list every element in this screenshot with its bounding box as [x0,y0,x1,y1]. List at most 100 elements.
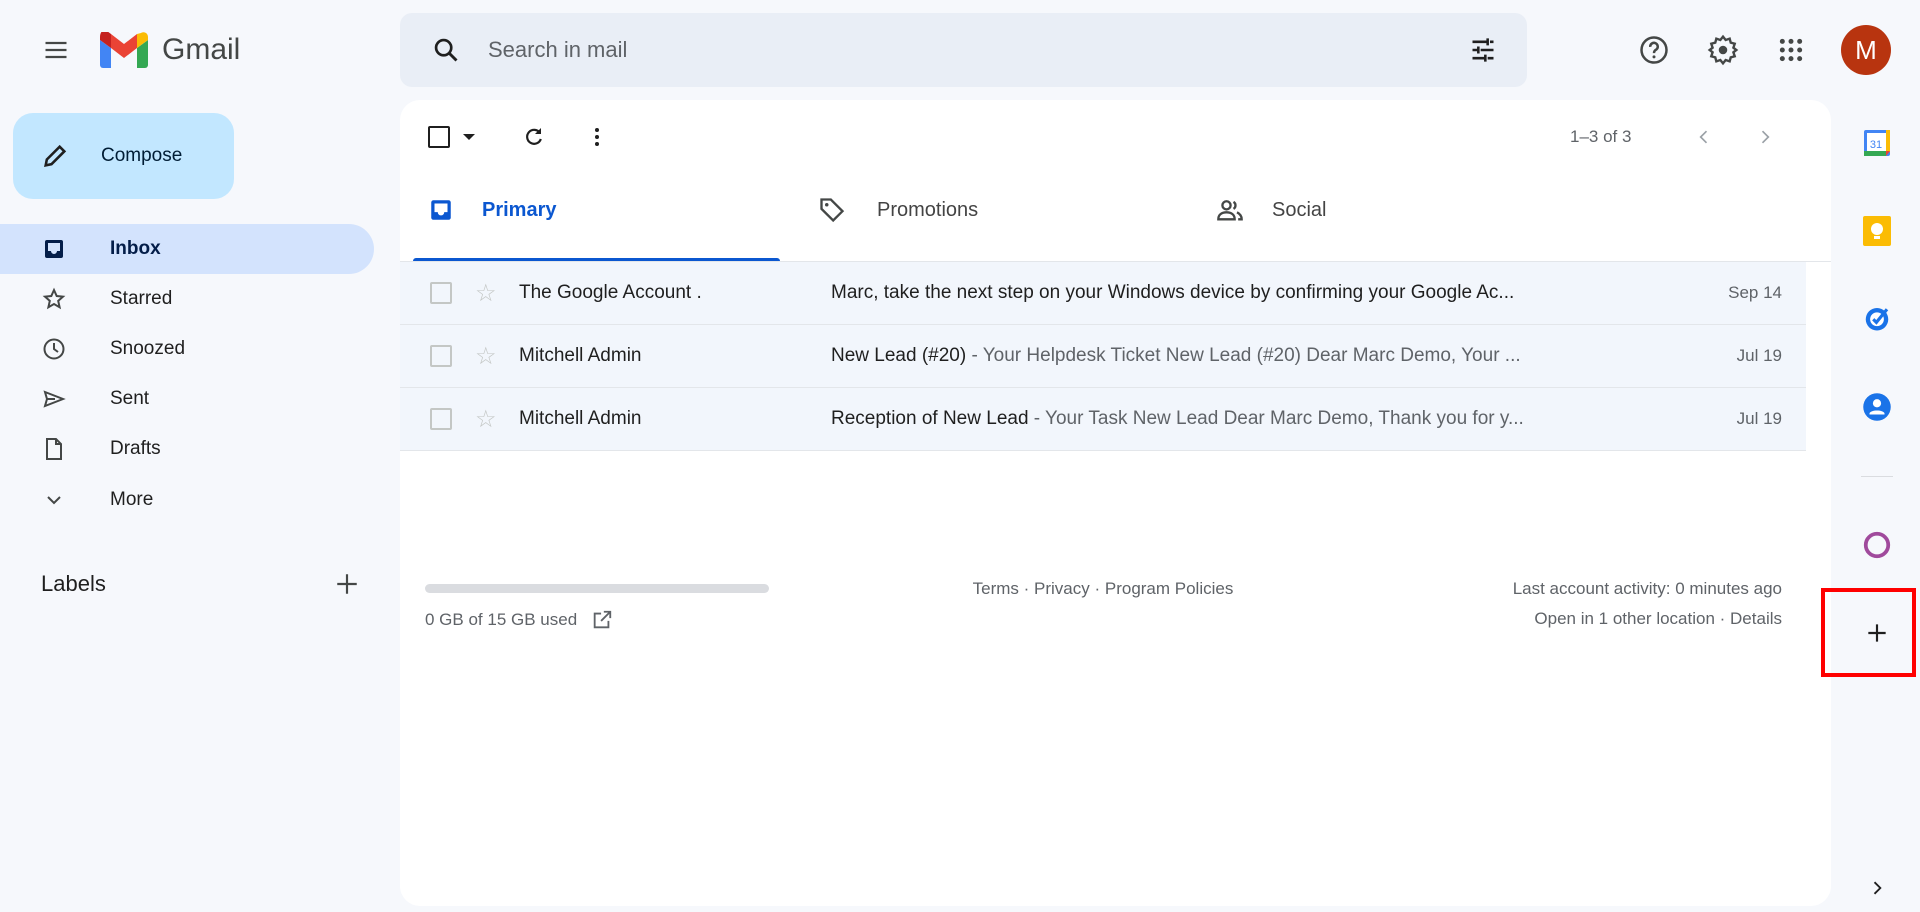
plus-icon [337,574,357,594]
compose-label: Compose [101,145,183,166]
star-toggle-icon[interactable]: ☆ [475,279,497,308]
sidebar-item-starred[interactable]: Starred [0,274,374,324]
addon-app-button[interactable] [1855,523,1899,567]
account-avatar[interactable]: M [1841,25,1891,75]
older-button[interactable] [1741,113,1789,161]
support-button[interactable] [1630,26,1678,74]
labels-heading: Labels [41,571,106,596]
email-snippet: - Your Task New Lead Dear Marc Demo, Tha… [1028,408,1524,429]
star-toggle-icon[interactable]: ☆ [475,405,497,434]
sidebar-item-sent[interactable]: Sent [0,374,374,424]
email-row[interactable]: ☆ Mitchell Admin New Lead (#20) - Your H… [400,325,1806,388]
tasks-icon [1865,308,1889,331]
pencil-icon [44,144,67,167]
details-link[interactable]: Details [1730,609,1782,628]
sidebar-item-inbox[interactable]: Inbox [0,224,374,274]
row-checkbox[interactable] [430,282,452,304]
row-checkbox[interactable] [430,408,452,430]
people-icon [1217,200,1243,221]
sidebar-item-label: Starred [110,288,173,309]
contacts-icon [1863,393,1891,421]
sidebar-item-label: More [110,489,154,510]
settings-button[interactable] [1699,26,1747,74]
sidebar-item-drafts[interactable]: Drafts [0,424,374,474]
email-row[interactable]: ☆ Mitchell Admin Reception of New Lead -… [400,388,1806,451]
calendar-icon: 31 [1864,130,1890,156]
email-sender: The Google Account . [519,282,702,303]
refresh-icon [526,128,542,145]
chevron-right-icon [1873,881,1882,895]
email-row[interactable]: ☆ The Google Account . Marc, take the ne… [400,262,1806,325]
gmail-logo[interactable]: Gmail [100,32,240,68]
email-date: Sep 14 [1728,283,1782,302]
circle-addon-icon [1863,531,1891,559]
storage-bar [425,584,769,593]
select-all-checkbox[interactable] [428,126,450,148]
sidebar-item-label: Snoozed [110,338,186,359]
search-options-button[interactable] [1459,26,1507,74]
clock-icon [43,338,65,360]
sidebar-item-more[interactable]: More [0,475,374,525]
email-subject: Marc, take the next step on your Windows… [831,282,1515,303]
tag-icon [820,198,845,223]
search-icon [434,38,458,62]
google-apps-button[interactable] [1767,26,1815,74]
email-subject: New Lead (#20) [831,345,967,366]
last-activity: Last account activity: 0 minutes ago [1512,579,1782,598]
more-options-button[interactable] [573,113,621,161]
compose-button[interactable]: Compose [13,113,234,199]
star-icon [42,287,66,310]
inbox-icon [431,200,451,220]
more-vert-icon [595,128,599,146]
chevron-right-icon [1761,130,1770,144]
tab-label: Primary [482,198,557,221]
email-snippet: - Your Helpdesk Ticket New Lead (#20) De… [966,345,1521,366]
search-button[interactable] [422,26,470,74]
sidebar-item-label: Sent [110,388,150,409]
row-checkbox[interactable] [430,345,452,367]
open-in-new-icon[interactable] [591,609,613,631]
separator: · [1714,609,1731,628]
keep-app-button[interactable] [1855,209,1899,253]
tab-promotions[interactable]: Promotions [818,158,1178,262]
help-icon [1640,36,1668,64]
select-all-control[interactable] [428,126,476,148]
calendar-app-button[interactable]: 31 [1855,121,1899,165]
tab-primary[interactable]: Primary [413,158,780,262]
separator: · [1018,579,1035,598]
email-sender: Mitchell Admin [519,345,642,366]
tab-social[interactable]: Social [1216,158,1576,262]
email-date: Jul 19 [1736,409,1782,428]
send-icon [43,390,66,408]
draft-icon [46,438,62,460]
privacy-link[interactable]: Privacy [1034,579,1090,598]
email-sender: Mitchell Admin [519,408,642,429]
tasks-app-button[interactable] [1855,296,1899,340]
chevron-left-icon [1699,130,1708,144]
storage-usage: 0 GB of 15 GB used [425,610,578,629]
search-input[interactable] [488,13,1388,87]
refresh-button[interactable] [510,113,558,161]
keep-icon [1863,216,1891,246]
rail-divider [1861,476,1893,477]
pagination-count: 1–3 of 3 [1570,127,1632,146]
sidebar-item-snoozed[interactable]: Snoozed [0,324,374,374]
email-subject: Reception of New Lead [831,408,1029,429]
contacts-app-button[interactable] [1855,385,1899,429]
search-bar[interactable] [400,13,1527,87]
main-menu-button[interactable] [32,26,80,74]
create-label-button[interactable] [323,560,371,608]
plus-icon [1868,624,1886,642]
program-policies-link[interactable]: Program Policies [1105,579,1234,598]
star-toggle-icon[interactable]: ☆ [475,342,497,371]
separator: · [1089,579,1105,598]
get-addons-button[interactable] [1855,611,1899,655]
email-date: Jul 19 [1736,346,1782,365]
sidebar-item-label: Inbox [110,238,161,259]
terms-link[interactable]: Terms [973,579,1019,598]
show-side-panel-button[interactable] [1855,866,1899,910]
sidebar-item-label: Drafts [110,438,161,459]
caret-down-icon[interactable] [462,132,476,142]
tab-label: Promotions [877,198,979,221]
newer-button[interactable] [1680,113,1728,161]
